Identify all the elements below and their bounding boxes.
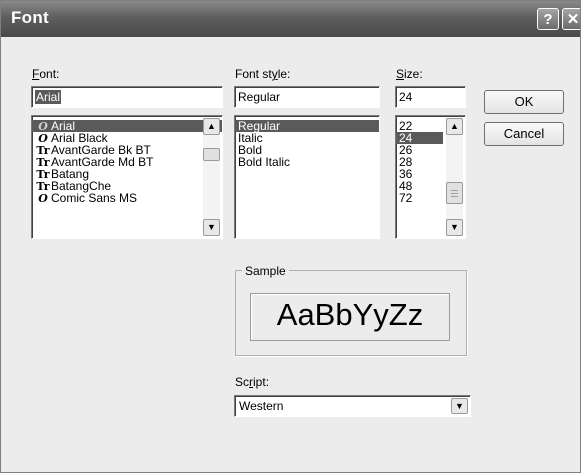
scroll-thumb[interactable]: [446, 182, 463, 204]
font-style-label: Font style:: [235, 67, 291, 81]
opentype-font-icon: O: [38, 192, 48, 205]
script-label: Script:: [235, 375, 270, 389]
size-item-label: 72: [399, 191, 413, 205]
sample-preview: AaBbYyZz: [250, 293, 450, 341]
style-item-label: Bold Italic: [238, 155, 291, 169]
font-list-items: O Arial O Arial Black TrAvantGarde Bk BT TrAv…: [32, 116, 222, 205]
scroll-thumb[interactable]: [203, 148, 220, 161]
scroll-up-icon[interactable]: ▲: [446, 118, 463, 135]
font-name-value: Arial: [35, 90, 62, 104]
scroll-up-icon[interactable]: ▲: [203, 118, 220, 135]
script-value: Western: [239, 399, 284, 413]
sample-legend: Sample: [242, 264, 289, 278]
font-list[interactable]: O Arial O Arial Black TrAvantGarde Bk BT TrAv…: [31, 115, 223, 239]
size-input[interactable]: 24: [395, 86, 466, 108]
scroll-down-icon[interactable]: ▼: [203, 219, 220, 236]
font-list-scrollbar[interactable]: ▲ ▼: [203, 118, 220, 236]
font-name-input[interactable]: Arial: [31, 86, 223, 108]
size-list-item[interactable]: 72: [396, 192, 443, 204]
script-combobox[interactable]: Western ▼: [234, 395, 471, 417]
font-style-input[interactable]: Regular: [234, 86, 380, 108]
ok-button[interactable]: OK: [484, 90, 564, 114]
size-list-scrollbar[interactable]: ▲ ▼: [446, 118, 463, 236]
size-label: Size:: [396, 67, 423, 81]
help-button[interactable]: ?: [537, 8, 559, 30]
font-list-item[interactable]: O Comic Sans MS: [32, 191, 222, 205]
window-title: Font: [11, 8, 50, 27]
font-label: Font:: [32, 67, 60, 81]
close-button[interactable]: ✕: [562, 8, 580, 30]
title-bar[interactable]: Font ? ✕: [1, 1, 580, 37]
size-list[interactable]: 22 24 26 28 36 48 72 ▲ ▼: [395, 115, 466, 239]
font-dialog: Font ? ✕ Font: Arial O Arial O Arial Black T…: [0, 0, 581, 473]
dropdown-arrow-icon[interactable]: ▼: [451, 398, 468, 414]
cancel-button[interactable]: Cancel: [484, 122, 564, 146]
font-item-label: Comic Sans MS: [51, 191, 138, 205]
font-style-list-items: Regular Italic Bold Bold Italic: [235, 116, 379, 168]
font-style-list-item[interactable]: Bold Italic: [235, 156, 379, 168]
size-value: 24: [399, 90, 413, 104]
scroll-down-icon[interactable]: ▼: [446, 219, 463, 236]
font-style-value: Regular: [238, 90, 281, 104]
font-style-list[interactable]: Regular Italic Bold Bold Italic: [234, 115, 380, 239]
